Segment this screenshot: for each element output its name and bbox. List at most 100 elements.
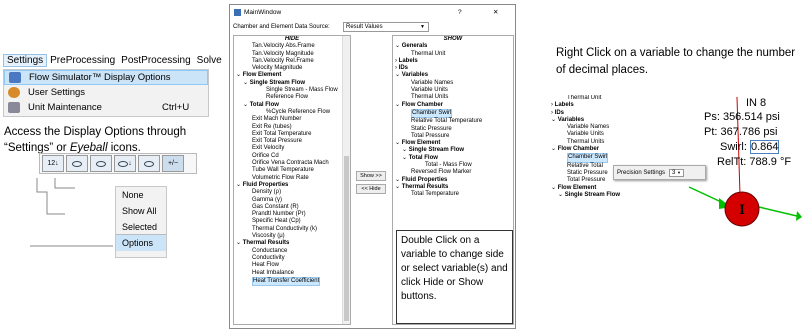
chevron-down-icon[interactable]: ⌄ [395,72,402,78]
tree-item[interactable]: Exit Total Temperature [234,131,350,138]
tree-item[interactable]: › IDs [393,65,513,72]
tree-item-label: Variable Names [411,79,454,86]
menu-item-user-settings[interactable]: User Settings [4,85,208,100]
tree-item[interactable]: Thermal Units [393,94,513,101]
tree-item[interactable]: Orifice Vena Contracta Mach [234,160,350,167]
dropdown-item-none[interactable]: None [116,187,166,203]
tree-item[interactable]: %Cycle Reference Flow [234,109,350,116]
chevron-down-icon[interactable]: ⌄ [402,155,409,161]
tree-item[interactable]: Heat Transfer Coefficient [234,276,350,287]
tree-item[interactable]: Total Temperature [393,191,513,198]
tree-item[interactable]: Orifice Cd [234,153,350,160]
tree-item[interactable]: Variable Names [393,80,513,87]
tree-item[interactable]: ⌄ Single Stream Flow [393,147,513,154]
eyeball-icon[interactable] [90,155,112,172]
tree-item[interactable]: Relative Total Temperature [393,118,513,125]
chevron-down-icon[interactable]: ⌄ [402,147,409,153]
tree-item[interactable]: Exit Mach Number [234,116,350,123]
tree-item[interactable]: ⌄ Thermal Results [393,184,513,191]
tree-item[interactable]: Total Pressure [393,133,513,140]
dropdown-item-selected[interactable]: Selected [116,219,166,235]
tree-item[interactable]: Gas Constant (R) [234,204,350,211]
tree-item-label: Tan.Velocity Abs.Frame [252,43,315,50]
tree-item[interactable]: Exit Total Pressure [234,138,350,145]
precision-select[interactable]: 3 ▼ [669,168,685,177]
menu-solve[interactable]: Solve [194,55,225,66]
tree-item[interactable]: Variable Units [393,87,513,94]
tree-item[interactable]: Viscosity (μ) [234,233,350,240]
tree-item[interactable]: ⌄ Flow Element [393,140,513,147]
tree-item[interactable]: ⌄ Flow Element [234,72,350,79]
chevron-down-icon[interactable]: ⌄ [395,43,402,49]
tree-item[interactable]: Conductivity [234,255,350,262]
tree-item-label: Velocity Magnitude [252,65,303,72]
chevron-down-icon[interactable]: ⌄ [395,177,402,183]
tree-item[interactable]: Tan.Velocity Rel.Frame [234,58,350,65]
tree-item[interactable]: Tube Wall Temperature [234,167,350,174]
tree-item[interactable]: Tan.Velocity Magnitude [234,51,350,58]
tree-item[interactable]: Exit Velocity [234,145,350,152]
dropdown-item-show-all[interactable]: Show All [116,203,166,219]
chevron-down-icon[interactable]: ⌄ [236,72,243,78]
tree-item[interactable]: ⌄ Variables [393,72,513,79]
tree-item-label: Single Stream - Mass Flow [266,87,338,94]
hide-scrollbar[interactable] [342,36,350,324]
menu-item-label: User Settings [28,87,86,98]
menu-postprocessing[interactable]: PostProcessing [118,55,193,66]
tree-item[interactable]: Tan.Velocity Abs.Frame [234,43,350,50]
chevron-down-icon[interactable]: ⌄ [395,102,402,108]
tree-item[interactable]: Specific Heat (Cp) [234,218,350,225]
chevron-down-icon[interactable]: ⌄ [243,80,250,86]
tree-item[interactable]: Volumetric Flow Rate [234,175,350,182]
tree-item[interactable]: ⌄ Generals [393,43,513,50]
menu-item-unit-maintenance[interactable]: Unit Maintenance Ctrl+U [4,100,208,115]
tree-item[interactable]: ⌄ Thermal Results [234,240,350,247]
tree-item[interactable]: Velocity Magnitude [234,65,350,72]
tree-item[interactable]: Thermal Conductivity (k) [234,226,350,233]
eyeball-icon[interactable] [138,155,160,172]
eyeball-icon[interactable]: +/− [162,155,184,172]
menu-preprocessing[interactable]: PreProcessing [47,55,118,66]
tree-item[interactable]: Prandtl Number (Pr) [234,211,350,218]
tree-item[interactable]: ⌄ Fluid Properties [234,182,350,189]
tree-item[interactable]: Reversed Flow Marker [393,169,513,176]
tree-item[interactable]: Total - Mass Flow [393,162,513,169]
tree-item-label: Total Flow [249,101,279,108]
tree-item[interactable]: ⌄ Total Flow [393,155,513,162]
chevron-down-icon[interactable]: ⌄ [236,182,243,188]
scroll-thumb[interactable] [344,156,349,321]
tree-item[interactable]: › Labels [393,58,513,65]
tree-item[interactable]: Reference Flow [234,94,350,101]
tree-item[interactable]: Density (ρ) [234,189,350,196]
chevron-down-icon[interactable]: ⌄ [236,240,243,246]
tree-item[interactable]: ⌄ Fluid Properties [393,177,513,184]
chevron-down-icon[interactable]: ⌄ [395,184,402,190]
hide-pane[interactable]: HIDE Tan.Velocity Abs.Frame Tan.Velocity … [233,35,351,325]
menu-item-display-options[interactable]: Flow Simulator™ Display Options [4,70,208,85]
show-button[interactable]: Show >> [356,171,386,181]
tree-item[interactable]: Chamber Swirl [393,108,513,119]
close-button[interactable]: ✕ [493,8,498,16]
tree-item[interactable]: Thermal Unit [393,51,513,58]
help-button[interactable]: ? [458,9,462,16]
toolbar-button-sort[interactable]: 12↓ [42,155,64,172]
tree-item[interactable]: ⌄ Total Flow [234,102,350,109]
source-select[interactable]: Result Values ▼ [343,22,429,32]
tree-item[interactable]: Single Stream - Mass Flow [234,87,350,94]
tree-item[interactable]: Heat Imbalance [234,270,350,277]
dropdown-item-options[interactable]: Options [116,235,166,251]
chevron-down-icon[interactable]: ⌄ [395,140,402,146]
tree-item[interactable]: Conductance [234,248,350,255]
caption-line: Access the Display Options through [4,126,187,138]
hide-button[interactable]: << Hide [356,184,386,194]
menu-settings[interactable]: Settings [3,54,48,67]
eyeball-icon[interactable] [66,155,88,172]
tree-item[interactable]: Gamma (γ) [234,197,350,204]
tree-item[interactable]: Static Pressure [393,126,513,133]
eyeball-icon[interactable]: ↓ [114,155,136,172]
tree-item[interactable]: Heat Flow [234,262,350,269]
chevron-down-icon[interactable]: ⌄ [243,102,250,108]
tree-item[interactable]: ⌄ Single Stream Flow [234,80,350,87]
tree-item[interactable]: Exit Re (tubes) [234,124,350,131]
tree-item[interactable]: ⌄ Flow Chamber [393,102,513,109]
